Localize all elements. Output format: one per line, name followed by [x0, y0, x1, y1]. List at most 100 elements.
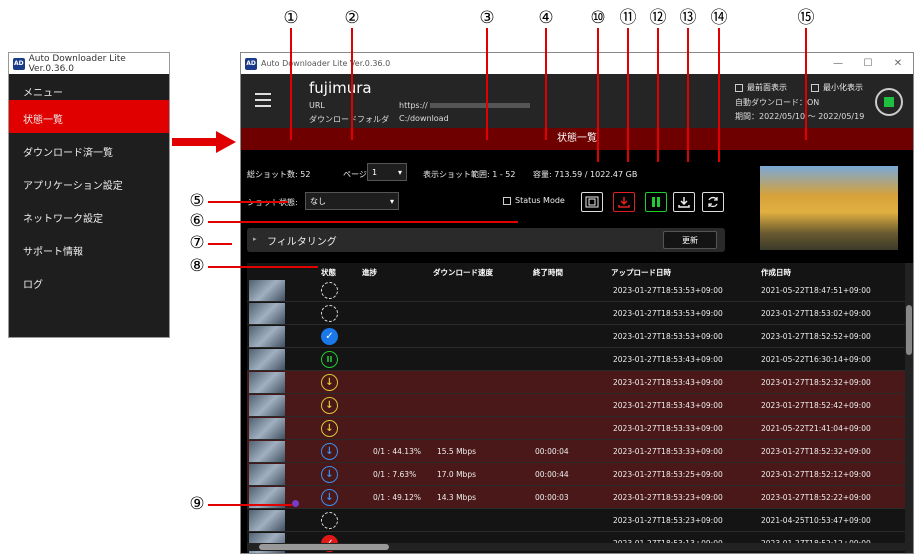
update-button[interactable]: 更新	[663, 231, 717, 249]
row-created: 2023-01-27T18:52:32+09:00	[761, 447, 871, 456]
row-progress: 0/1 : 44.13%	[373, 447, 421, 456]
maximize-icon[interactable]: ☐	[853, 53, 883, 74]
table-row[interactable]: ↓ 2023-01-27T18:53:33+09:00 2021-05-22T21:…	[247, 417, 907, 440]
table-row[interactable]: ↓ 2023-01-27T18:53:43+09:00 2023-01-27T18:…	[247, 371, 907, 394]
app-icon: AD	[245, 57, 257, 70]
status-dlB-icon: ↓	[321, 443, 338, 460]
vertical-scrollbar[interactable]	[905, 263, 913, 553]
row-created: 2021-05-22T18:47:51+09:00	[761, 286, 871, 295]
hamburger-icon[interactable]	[255, 93, 271, 111]
page-select[interactable]: 1 ▾	[367, 163, 407, 181]
stop-button[interactable]	[875, 88, 903, 116]
row-speed: 14.3 Mbps	[437, 493, 476, 502]
shot-table: 状態 進捗 ダウンロード速度 終了時間 アップロード日時 作成日時 2023-0…	[247, 263, 907, 553]
app-icon: AD	[13, 57, 25, 70]
pause-button[interactable]	[645, 192, 667, 212]
header: fujimura URL https:// ダウンロードフォルダ C:/down…	[241, 74, 913, 128]
close-icon[interactable]: ✕	[883, 53, 913, 74]
callout-line	[486, 28, 488, 140]
download-button[interactable]	[673, 192, 695, 212]
table-row[interactable]: ↓ 0/1 : 7.63% 17.0 Mbps 00:00:44 2023-01-27T…	[247, 463, 907, 486]
row-uploaded: 2023-01-27T18:53:43+09:00	[613, 355, 723, 364]
callout-number: ⑪	[619, 8, 637, 28]
col-speed[interactable]: ダウンロード速度	[433, 267, 493, 278]
callout-line	[208, 504, 292, 506]
status-mode-checkbox[interactable]: Status Mode	[503, 196, 565, 205]
callout-line	[351, 28, 353, 140]
callout-number: ⑥	[189, 211, 205, 231]
minimize-icon[interactable]: —	[823, 53, 853, 74]
shot-state-select[interactable]: なし ▾	[305, 192, 399, 210]
menu-item-status-list[interactable]: 状態一覧	[9, 100, 169, 133]
menu-header: メニュー	[23, 88, 63, 99]
row-uploaded: 2023-01-27T18:53:25+09:00	[613, 470, 723, 479]
col-status[interactable]: 状態	[321, 267, 336, 278]
refresh-button[interactable]	[702, 192, 724, 212]
row-created: 2023-01-27T18:53:02+09:00	[761, 309, 871, 318]
row-uploaded: 2023-01-27T18:53:23+09:00	[613, 493, 723, 502]
col-progress[interactable]: 進捗	[362, 267, 377, 278]
callout-number: ⑬	[679, 8, 697, 28]
total-shots: 総ショット数: 52	[247, 170, 311, 179]
status-empty-icon	[321, 282, 338, 299]
row-created: 2021-05-22T16:30:14+09:00	[761, 355, 871, 364]
menu-item-network-settings[interactable]: ネットワーク設定	[9, 199, 169, 232]
callout-number: ⑧	[189, 256, 205, 276]
col-uploaded[interactable]: アップロード日時	[611, 267, 671, 278]
table-row[interactable]: ↓ 2023-01-27T18:53:43+09:00 2023-01-27T18:…	[247, 394, 907, 417]
status-dlY-icon: ↓	[321, 374, 338, 391]
callout-number: ②	[344, 8, 360, 28]
table-row[interactable]: ✓ 2023-01-27T18:53:53+09:00 2023-01-27T18:…	[247, 325, 907, 348]
callout-line	[208, 201, 288, 203]
row-uploaded: 2023-01-27T18:53:43+09:00	[613, 401, 723, 410]
refresh-icon	[708, 196, 718, 208]
menu-item-downloaded[interactable]: ダウンロード済一覧	[9, 133, 169, 166]
col-end-time[interactable]: 終了時間	[533, 267, 563, 278]
table-row[interactable]: ↓ 0/1 : 49.12% 14.3 Mbps 00:00:03 2023-01-27…	[247, 486, 907, 509]
status-pause-icon: II	[321, 351, 338, 368]
menu-item-log[interactable]: ログ	[9, 265, 169, 298]
table-row[interactable]: 2023-01-27T18:53:23+09:00 2021-04-25T10:5…	[247, 509, 907, 532]
row-thumbnail	[249, 418, 285, 439]
row-created: 2023-01-27T18:52:12+09:00	[761, 470, 871, 479]
row-created: 2023-01-27T18:52:52+09:00	[761, 332, 871, 341]
front-display-checkbox[interactable]: 最前面表示	[735, 82, 787, 93]
menu-window: AD Auto Downloader Lite Ver.0.36.0 メニュー …	[8, 52, 170, 338]
row-end-time: 00:00:03	[535, 493, 569, 502]
filter-label: フィルタリング	[267, 237, 337, 248]
chevron-right-icon: ▸	[253, 235, 257, 243]
shot-state-label: ショット状態:	[247, 198, 298, 207]
film-button[interactable]	[581, 192, 603, 212]
red-download-button[interactable]	[613, 192, 635, 212]
menu-item-app-settings[interactable]: アプリケーション設定	[9, 166, 169, 199]
capacity: 容量: 713.59 / 1022.47 GB	[533, 170, 638, 179]
callout-line	[597, 28, 599, 162]
table-row[interactable]: 2023-01-27T18:53:53+09:00 2023-01-27T18:5…	[247, 302, 907, 325]
menu-item-support[interactable]: サポート情報	[9, 232, 169, 265]
download-icon	[618, 197, 630, 208]
row-speed: 15.5 Mbps	[437, 447, 476, 456]
status-dlB-icon: ↓	[321, 489, 338, 506]
col-created[interactable]: 作成日時	[761, 267, 791, 278]
row-created: 2023-01-27T18:52:42+09:00	[761, 401, 871, 410]
minimize-display-checkbox[interactable]: 最小化表示	[811, 82, 863, 93]
stop-icon	[884, 97, 894, 107]
arrow-icon	[172, 131, 236, 153]
row-created: 2021-05-22T21:41:04+09:00	[761, 424, 871, 433]
filter-panel[interactable]: ▸ フィルタリング 更新	[247, 228, 725, 252]
table-row[interactable]: ↓ 0/1 : 44.13% 15.5 Mbps 00:00:04 2023-01-27…	[247, 440, 907, 463]
horizontal-scrollbar[interactable]	[247, 543, 907, 551]
row-speed: 17.0 Mbps	[437, 470, 476, 479]
table-row[interactable]: II 2023-01-27T18:53:43+09:00 2021-05-22T16…	[247, 348, 907, 371]
page-label: ページ:	[343, 170, 370, 179]
table-row[interactable]: 2023-01-27T18:53:53+09:00 2021-05-22T18:4…	[247, 279, 907, 302]
page-banner: 状態一覧	[241, 128, 913, 150]
callout-line	[805, 28, 807, 140]
row-thumbnail	[249, 510, 285, 531]
download-icon	[678, 197, 690, 208]
callout-number: ①	[283, 8, 299, 28]
callout-line	[290, 28, 292, 140]
row-thumbnail	[249, 280, 285, 301]
preview-image	[760, 166, 898, 250]
row-end-time: 00:00:04	[535, 447, 569, 456]
